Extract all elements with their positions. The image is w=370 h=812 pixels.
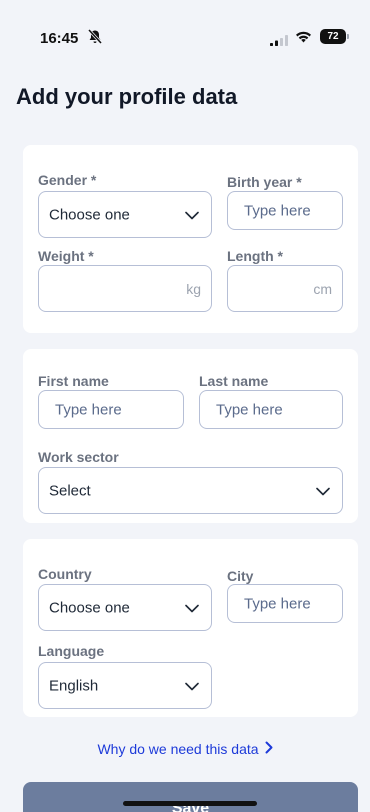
- length-unit: cm: [313, 280, 332, 297]
- work-sector-select[interactable]: Select: [38, 467, 343, 514]
- weight-unit: kg: [186, 280, 201, 297]
- birth-year-input[interactable]: Type here: [227, 191, 343, 230]
- location-card: Country City Choose one Type here Langua…: [23, 539, 358, 717]
- gender-select[interactable]: Choose one: [38, 191, 212, 238]
- birth-year-label: Birth year *: [227, 174, 302, 190]
- save-button[interactable]: Save: [23, 782, 358, 812]
- last-name-input[interactable]: Type here: [199, 390, 343, 429]
- page-title: Add your profile data: [16, 84, 238, 109]
- chevron-down-icon: [185, 599, 199, 616]
- chevron-down-icon: [185, 206, 199, 223]
- weight-input[interactable]: kg: [38, 265, 212, 312]
- gender-value: Choose one: [49, 206, 130, 223]
- work-sector-label: Work sector: [38, 449, 119, 465]
- first-name-label: First name: [38, 373, 109, 389]
- work-sector-value: Select: [49, 482, 91, 499]
- length-input[interactable]: cm: [227, 265, 343, 312]
- why-data-link[interactable]: Why do we need this data: [0, 741, 370, 757]
- language-label: Language: [38, 643, 105, 659]
- body-data-card: Gender * Birth year * Choose one Type he…: [23, 145, 358, 333]
- personal-data-card: First name Last name Type here Type here…: [23, 349, 358, 523]
- battery-icon: 72: [320, 29, 346, 44]
- language-select[interactable]: English: [38, 662, 212, 709]
- status-time: 16:45: [40, 30, 79, 47]
- country-value: Choose one: [49, 599, 130, 616]
- country-select[interactable]: Choose one: [38, 584, 212, 631]
- city-input[interactable]: Type here: [227, 584, 343, 623]
- why-data-link-text: Why do we need this data: [97, 741, 259, 757]
- birth-year-placeholder: Type here: [244, 202, 311, 219]
- signal-icon: [270, 33, 288, 51]
- last-name-placeholder: Type here: [216, 401, 283, 418]
- first-name-input[interactable]: Type here: [38, 390, 184, 429]
- last-name-label: Last name: [199, 373, 269, 389]
- status-bar: 16:45 72: [0, 0, 370, 50]
- chevron-down-icon: [316, 482, 330, 499]
- country-label: Country: [38, 566, 92, 582]
- chevron-down-icon: [185, 677, 199, 694]
- weight-label: Weight *: [38, 248, 94, 264]
- length-label: Length *: [227, 248, 283, 264]
- battery-tip: [347, 34, 349, 39]
- city-placeholder: Type here: [244, 595, 311, 612]
- chevron-right-icon: [265, 741, 273, 757]
- city-label: City: [227, 568, 254, 584]
- wifi-icon: [295, 30, 312, 48]
- language-value: English: [49, 677, 99, 694]
- first-name-placeholder: Type here: [55, 401, 122, 418]
- home-indicator: [123, 801, 257, 806]
- gender-label: Gender *: [38, 172, 97, 188]
- bell-slash-icon: [87, 28, 103, 50]
